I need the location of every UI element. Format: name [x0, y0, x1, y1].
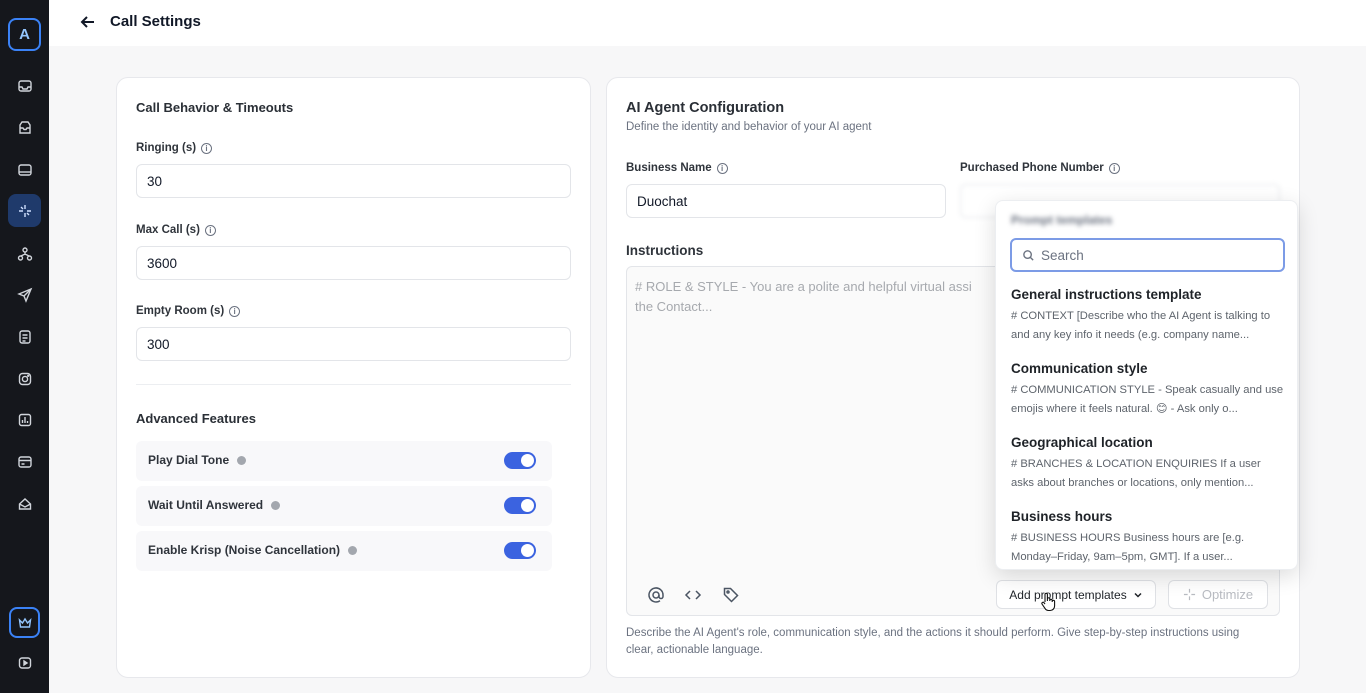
- instagram-icon[interactable]: [8, 362, 41, 395]
- optimize-label: Optimize: [1201, 587, 1254, 602]
- crown-icon[interactable]: [9, 607, 40, 638]
- info-icon[interactable]: i: [229, 305, 241, 317]
- max-call-input[interactable]: 3600: [136, 246, 571, 280]
- ringing-input[interactable]: 30: [136, 164, 571, 198]
- dial-tone-label: Play Dial Tone: [148, 453, 247, 467]
- database-icon[interactable]: [8, 153, 41, 186]
- template-title: Geographical location: [1011, 435, 1153, 450]
- back-arrow-icon[interactable]: [79, 13, 97, 31]
- template-item-general[interactable]: General instructions template # CONTEXT …: [1011, 287, 1286, 345]
- info-icon[interactable]: i: [1108, 162, 1120, 174]
- add-prompt-templates-label: Add prompt templates: [1009, 587, 1127, 602]
- krisp-toggle[interactable]: [504, 542, 536, 559]
- template-search-box[interactable]: [1010, 238, 1285, 272]
- template-desc: # BRANCHES & LOCATION ENQUIRIES If a use…: [1011, 458, 1261, 489]
- mention-icon[interactable]: [646, 585, 666, 605]
- ai-sparkle-icon[interactable]: [8, 194, 41, 227]
- chart-icon[interactable]: [8, 403, 41, 436]
- krisp-label-text: Enable Krisp (Noise Cancellation): [148, 543, 341, 557]
- template-item-business-hours[interactable]: Business hours # BUSINESS HOURS Business…: [1011, 509, 1286, 567]
- add-prompt-templates-button[interactable]: Add prompt templates: [996, 580, 1156, 609]
- optimize-button[interactable]: Optimize: [1168, 580, 1268, 609]
- page-title: Call Settings: [110, 13, 201, 30]
- info-icon[interactable]: [271, 500, 281, 510]
- ai-agent-subtitle: Define the identity and behavior of your…: [626, 121, 872, 133]
- advanced-features-title: Advanced Features: [136, 411, 256, 426]
- empty-room-input[interactable]: 300: [136, 327, 571, 361]
- wait-answered-label: Wait Until Answered: [148, 498, 281, 512]
- sidebar: A: [0, 0, 49, 693]
- chevron-down-icon: [1134, 592, 1142, 598]
- archive-icon[interactable]: [8, 111, 41, 144]
- template-desc: # CONTEXT [Describe who the AI Agent is …: [1011, 310, 1271, 341]
- business-name-label-text: Business Name: [626, 162, 712, 174]
- business-name-label: Business Name i: [626, 162, 728, 174]
- card-icon[interactable]: [8, 445, 41, 478]
- info-icon[interactable]: i: [201, 142, 213, 154]
- empty-room-label-text: Empty Room (s): [136, 305, 225, 317]
- ringing-label: Ringing (s) i: [136, 142, 213, 154]
- video-icon[interactable]: [8, 646, 41, 679]
- dial-tone-toggle[interactable]: [504, 452, 536, 469]
- document-icon[interactable]: [8, 320, 41, 353]
- wait-answered-toggle[interactable]: [504, 497, 536, 514]
- info-icon[interactable]: [237, 455, 247, 465]
- toggle-row-krisp: Enable Krisp (Noise Cancellation): [136, 531, 552, 571]
- page-header: Call Settings: [49, 0, 1366, 46]
- krisp-label: Enable Krisp (Noise Cancellation): [148, 543, 358, 557]
- dial-tone-label-text: Play Dial Tone: [148, 453, 230, 467]
- app-logo[interactable]: A: [8, 18, 41, 51]
- tag-icon[interactable]: [721, 585, 741, 605]
- business-name-input[interactable]: Duochat: [626, 184, 946, 218]
- instructions-label: Instructions: [626, 243, 704, 258]
- inbox-icon[interactable]: [8, 69, 41, 102]
- phone-number-label: Purchased Phone Number i: [960, 162, 1120, 174]
- mailbox-icon[interactable]: [8, 487, 41, 520]
- max-call-label-text: Max Call (s): [136, 224, 200, 236]
- toggle-row-dial-tone: Play Dial Tone: [136, 441, 552, 481]
- wait-answered-label-text: Wait Until Answered: [148, 498, 264, 512]
- instructions-help-text: Describe the AI Agent's role, communicat…: [626, 627, 1240, 656]
- logo-letter: A: [19, 26, 30, 43]
- sparkle-icon: [1183, 588, 1195, 601]
- hierarchy-icon[interactable]: [8, 237, 41, 270]
- template-title: Business hours: [1011, 509, 1113, 524]
- template-search-input[interactable]: [1041, 247, 1261, 263]
- call-behavior-title: Call Behavior & Timeouts: [136, 100, 294, 115]
- template-desc: # BUSINESS HOURS Business hours are [e.g…: [1011, 532, 1245, 563]
- template-desc: # COMMUNICATION STYLE - Speak casually a…: [1011, 384, 1284, 415]
- send-icon[interactable]: [8, 278, 41, 311]
- max-call-label: Max Call (s) i: [136, 224, 216, 236]
- info-icon[interactable]: i: [204, 224, 216, 236]
- pointer-cursor-icon: [1041, 592, 1056, 612]
- template-title: General instructions template: [1011, 287, 1202, 302]
- instructions-placeholder: # ROLE & STYLE - You are a polite and he…: [635, 279, 972, 314]
- template-title: Communication style: [1011, 361, 1148, 376]
- prompt-templates-dropdown: Prompt templates General instructions te…: [995, 200, 1298, 570]
- phone-number-label-text: Purchased Phone Number: [960, 162, 1104, 174]
- call-behavior-card: Call Behavior & Timeouts Ringing (s) i 3…: [116, 77, 591, 678]
- code-icon[interactable]: [683, 585, 703, 605]
- template-item-geographical[interactable]: Geographical location # BRANCHES & LOCAT…: [1011, 435, 1286, 493]
- search-icon: [1023, 249, 1034, 261]
- info-icon[interactable]: i: [716, 162, 728, 174]
- info-icon[interactable]: [348, 545, 358, 555]
- ai-agent-title: AI Agent Configuration: [626, 100, 785, 116]
- empty-room-label: Empty Room (s) i: [136, 305, 241, 317]
- ringing-label-text: Ringing (s): [136, 142, 197, 154]
- dropdown-title: Prompt templates: [1011, 213, 1113, 227]
- template-item-communication[interactable]: Communication style # COMMUNICATION STYL…: [1011, 361, 1286, 419]
- section-divider: [136, 384, 571, 385]
- toggle-row-wait-answered: Wait Until Answered: [136, 486, 552, 526]
